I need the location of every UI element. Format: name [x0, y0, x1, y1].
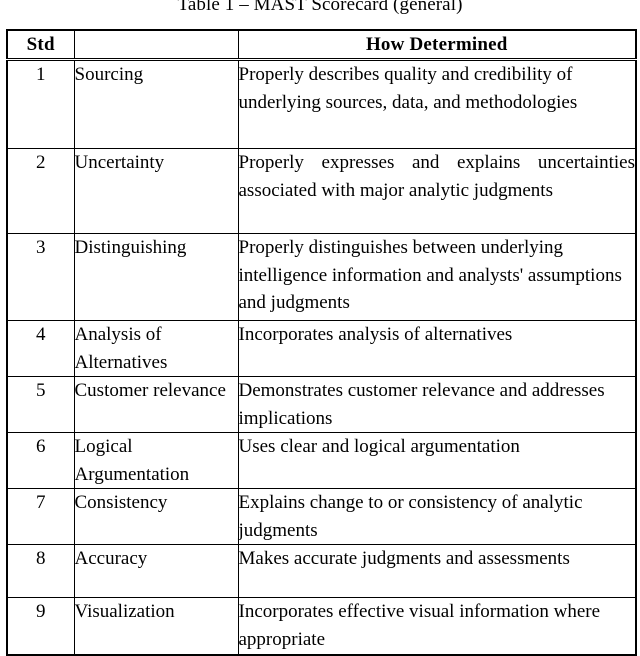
cell-how: Demonstrates customer relevance and addr…: [237, 376, 637, 433]
cell-name: Customer relevance: [73, 376, 239, 433]
column-header-how: How Determined: [237, 29, 637, 61]
cell-std: 2: [6, 148, 75, 234]
table-row: 9 Visualization Incorporates effective v…: [6, 597, 637, 656]
cell-name: Uncertainty: [73, 148, 239, 234]
cell-std: 3: [6, 233, 75, 321]
cell-std: 4: [6, 320, 75, 377]
column-header-std: Std: [6, 29, 75, 61]
table-row: 2 Uncertainty Properly expresses and exp…: [6, 148, 637, 234]
cell-std: 8: [6, 544, 75, 598]
cell-name: Sourcing: [73, 59, 239, 149]
cell-how: Properly distinguishes between underlyin…: [237, 233, 637, 321]
table-row: 4 Analysis of Alternatives Incorporates …: [6, 320, 637, 377]
table-row: 3 Distinguishing Properly distinguishes …: [6, 233, 637, 321]
cell-name: Distinguishing: [73, 233, 239, 321]
table-row: 7 Consistency Explains change to or cons…: [6, 488, 637, 545]
cell-std: 1: [6, 59, 75, 149]
scorecard-table-container: Std How Determined 1 Sourcing Properly d…: [6, 29, 637, 656]
cell-how: Uses clear and logical argumentation: [237, 432, 637, 489]
cell-std: 6: [6, 432, 75, 489]
document-page: Table 1 – MAST Scorecard (general) Std H…: [0, 0, 640, 656]
cell-how: Properly describes quality and credibili…: [237, 59, 637, 149]
table-row: 5 Customer relevance Demonstrates custom…: [6, 376, 637, 433]
cell-name: Analysis of Alternatives: [73, 320, 239, 377]
column-header-name: [73, 29, 239, 61]
table-row: 1 Sourcing Properly describes quality an…: [6, 59, 637, 149]
cell-how: Explains change to or consistency of ana…: [237, 488, 637, 545]
cell-how: Makes accurate judgments and assessments: [237, 544, 637, 598]
cell-name: Logical Argumentation: [73, 432, 239, 489]
table-row: 8 Accuracy Makes accurate judgments and …: [6, 544, 637, 598]
mast-scorecard-table: Std How Determined 1 Sourcing Properly d…: [6, 29, 637, 656]
cell-how: Properly expresses and explains uncertai…: [237, 148, 637, 234]
cell-how: Incorporates analysis of alternatives: [237, 320, 637, 377]
table-caption: Table 1 – MAST Scorecard (general): [177, 0, 463, 15]
table-row: 6 Logical Argumentation Uses clear and l…: [6, 432, 637, 489]
table-header-row: Std How Determined: [6, 29, 637, 61]
cell-how: Incorporates effective visual informatio…: [237, 597, 637, 656]
cell-name: Accuracy: [73, 544, 239, 598]
cell-name: Visualization: [73, 597, 239, 656]
cell-name: Consistency: [73, 488, 239, 545]
cell-std: 7: [6, 488, 75, 545]
cell-std: 5: [6, 376, 75, 433]
cell-std: 9: [6, 597, 75, 656]
